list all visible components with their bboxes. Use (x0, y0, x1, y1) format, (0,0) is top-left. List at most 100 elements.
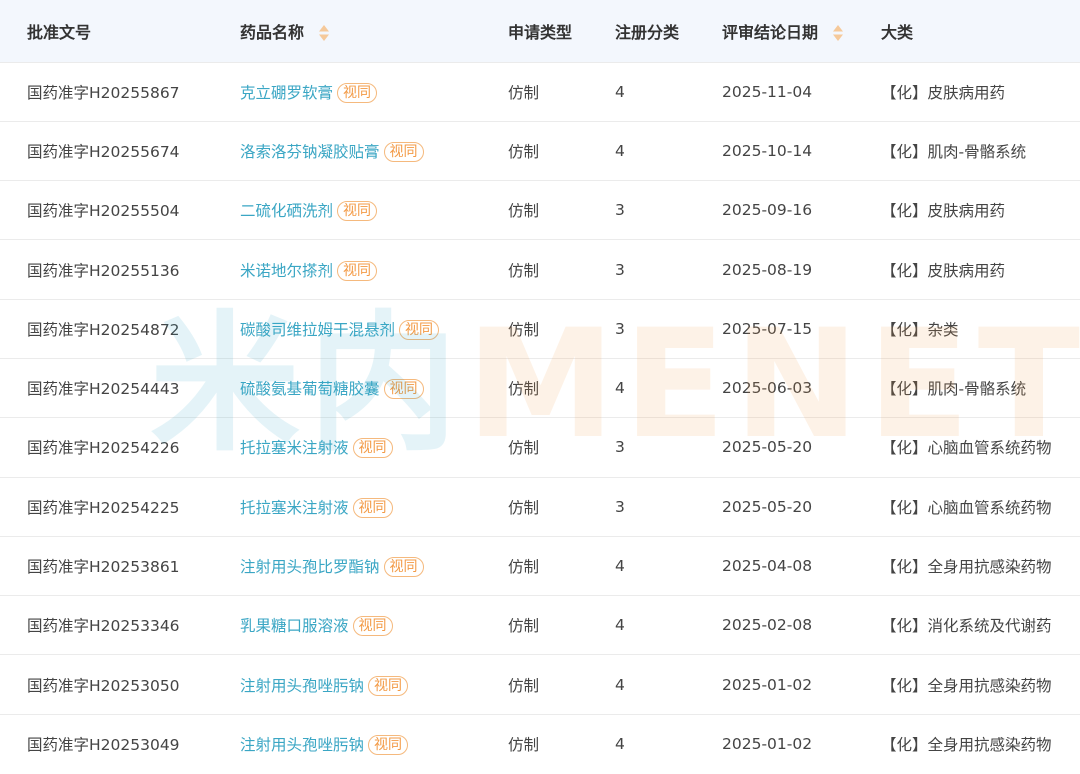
col-header-apply-type: 申请类型 (508, 22, 573, 42)
drug-name-link[interactable]: 乳果糖口服溶液 (240, 617, 349, 635)
equivalence-badge: 视同 (383, 557, 424, 578)
table-row: 国药准字H20254226 托拉塞米注射液 视同 仿制 3 2025-05-20 【化】心脑… (0, 417, 1080, 477)
cell-drug-name: 碳酸司维拉姆干混悬剂 视同 (240, 299, 508, 358)
cell-apply-type: 仿制 (508, 142, 540, 161)
cell-approval-no: 国药准字H20255867 (27, 83, 180, 102)
cell-drug-name: 米诺地尔搽剂 视同 (240, 240, 508, 299)
cell-review-date: 2025-05-20 (722, 438, 813, 457)
equivalence-badge: 视同 (368, 675, 409, 696)
cell-drug-name: 洛索洛芬钠凝胶贴膏 视同 (240, 121, 508, 180)
cell-drug-name: 注射用头孢唑肟钠 视同 (240, 655, 508, 714)
equivalence-badge: 视同 (368, 735, 409, 756)
table-row: 国药准字H20253050 注射用头孢唑肟钠 视同 仿制 4 2025-01-02 【化】全… (0, 654, 1080, 714)
table-row: 国药准字H20255504 二硫化硒洗剂 视同 仿制 3 2025-09-16 【化】皮肤病… (0, 180, 1080, 240)
cell-review-date: 2025-01-02 (722, 735, 813, 754)
cell-approval-no: 国药准字H20253346 (27, 617, 180, 636)
cell-review-date: 2025-11-04 (722, 82, 813, 101)
drug-name-link[interactable]: 二硫化硒洗剂 (240, 202, 333, 220)
cell-reg-class: 4 (615, 616, 625, 635)
cell-approval-no: 国药准字H20254443 (27, 380, 180, 399)
cell-apply-type: 仿制 (508, 558, 540, 577)
cell-drug-name: 注射用头孢唑肟钠 视同 (240, 714, 508, 773)
cell-approval-no: 国药准字H20253050 (27, 676, 180, 695)
table-body: 国药准字H20255867 克立硼罗软膏 视同 仿制 4 2025-11-04 【化】皮肤病… (0, 62, 1080, 774)
cell-reg-class: 4 (615, 82, 625, 101)
cell-drug-name: 托拉塞米注射液 视同 (240, 418, 508, 477)
equivalence-badge: 视同 (337, 82, 378, 103)
drug-name-link[interactable]: 托拉塞米注射液 (240, 439, 349, 457)
table-row: 国药准字H20255674 洛索洛芬钠凝胶贴膏 视同 仿制 4 2025-10-14 【化】… (0, 121, 1080, 180)
cell-apply-type: 仿制 (508, 617, 540, 636)
cell-review-date: 2025-02-08 (722, 616, 813, 635)
table-row: 国药准字H20254225 托拉塞米注射液 视同 仿制 3 2025-05-20 【化】心脑… (0, 477, 1080, 536)
cell-approval-no: 国药准字H20254872 (27, 320, 180, 339)
table-row: 国药准字H20253861 注射用头孢比罗酯钠 视同 仿制 4 2025-04-08 【化】… (0, 536, 1080, 595)
cell-reg-class: 3 (615, 260, 625, 279)
equivalence-badge: 视同 (383, 141, 424, 162)
table-row: 国药准字H20255867 克立硼罗软膏 视同 仿制 4 2025-11-04 【化】皮肤病… (0, 62, 1080, 121)
drug-name-link[interactable]: 注射用头孢比罗酯钠 (240, 558, 380, 576)
drug-name-link[interactable]: 米诺地尔搽剂 (240, 262, 333, 280)
drug-name-link[interactable]: 注射用头孢唑肟钠 (240, 677, 364, 695)
drug-name-link[interactable]: 洛索洛芬钠凝胶贴膏 (240, 143, 380, 161)
cell-apply-type: 仿制 (508, 83, 540, 102)
cell-approval-no: 国药准字H20254226 (27, 439, 180, 458)
cell-category: 【化】全身用抗感染药物 (881, 558, 1052, 577)
cell-category: 【化】肌肉-骨骼系统 (881, 142, 1027, 161)
cell-apply-type: 仿制 (508, 320, 540, 339)
cell-approval-no: 国药准字H20254225 (27, 498, 180, 517)
cell-review-date: 2025-01-02 (722, 675, 813, 694)
col-header-review-date[interactable]: 评审结论日期 (722, 0, 881, 62)
cell-reg-class: 3 (615, 201, 625, 220)
cell-drug-name: 硫酸氨基葡萄糖胶囊 视同 (240, 358, 508, 417)
cell-approval-no: 国药准字H20253049 (27, 736, 180, 755)
drug-name-link[interactable]: 硫酸氨基葡萄糖胶囊 (240, 380, 380, 398)
drug-name-link[interactable]: 注射用头孢唑肟钠 (240, 736, 364, 754)
sort-icon[interactable] (318, 24, 330, 42)
cell-approval-no: 国药准字H20255674 (27, 142, 180, 161)
cell-reg-class: 3 (615, 319, 625, 338)
col-header-drug-name[interactable]: 药品名称 (240, 0, 508, 62)
cell-apply-type: 仿制 (508, 676, 540, 695)
cell-review-date: 2025-10-14 (722, 141, 813, 160)
equivalence-badge: 视同 (352, 616, 393, 637)
equivalence-badge: 视同 (383, 379, 424, 400)
sort-icon[interactable] (832, 24, 844, 42)
cell-reg-class: 3 (615, 497, 625, 516)
cell-category: 【化】皮肤病用药 (881, 261, 1006, 280)
cell-review-date: 2025-09-16 (722, 201, 813, 220)
drug-name-link[interactable]: 碳酸司维拉姆干混悬剂 (240, 321, 395, 339)
cell-reg-class: 4 (615, 141, 625, 160)
cell-approval-no: 国药准字H20255136 (27, 261, 180, 280)
cell-apply-type: 仿制 (508, 439, 540, 458)
col-header-reg-class: 注册分类 (615, 22, 680, 42)
cell-category: 【化】全身用抗感染药物 (881, 676, 1052, 695)
cell-review-date: 2025-08-19 (722, 260, 813, 279)
table-row: 国药准字H20254872 碳酸司维拉姆干混悬剂 视同 仿制 3 2025-07-15 【化… (0, 299, 1080, 358)
col-header-category: 大类 (881, 22, 914, 42)
cell-approval-no: 国药准字H20253861 (27, 558, 180, 577)
cell-reg-class: 4 (615, 675, 625, 694)
cell-apply-type: 仿制 (508, 202, 540, 221)
equivalence-badge: 视同 (399, 319, 440, 340)
drug-name-link[interactable]: 克立硼罗软膏 (240, 84, 333, 102)
cell-category: 【化】杂类 (881, 320, 959, 339)
drug-name-link[interactable]: 托拉塞米注射液 (240, 499, 349, 517)
cell-drug-name: 注射用头孢比罗酯钠 视同 (240, 536, 508, 595)
cell-reg-class: 4 (615, 379, 625, 398)
cell-drug-name: 二硫化硒洗剂 视同 (240, 181, 508, 240)
cell-category: 【化】全身用抗感染药物 (881, 736, 1052, 755)
cell-apply-type: 仿制 (508, 498, 540, 517)
cell-review-date: 2025-05-20 (722, 497, 813, 516)
cell-drug-name: 乳果糖口服溶液 视同 (240, 596, 508, 655)
table-row: 国药准字H20254443 硫酸氨基葡萄糖胶囊 视同 仿制 4 2025-06-03 【化】… (0, 358, 1080, 417)
cell-category: 【化】心脑血管系统药物 (881, 498, 1052, 517)
cell-drug-name: 托拉塞米注射液 视同 (240, 477, 508, 536)
cell-category: 【化】皮肤病用药 (881, 83, 1006, 102)
equivalence-badge: 视同 (352, 438, 393, 459)
cell-category: 【化】消化系统及代谢药 (881, 617, 1052, 636)
table-header-row: 批准文号 药品名称 申请类型 注册分类 评审结论日期 大类 (0, 0, 1080, 62)
cell-reg-class: 3 (615, 438, 625, 457)
table-row: 国药准字H20253049 注射用头孢唑肟钠 视同 仿制 4 2025-01-02 【化】全… (0, 714, 1080, 773)
table-row: 国药准字H20255136 米诺地尔搽剂 视同 仿制 3 2025-08-19 【化】皮肤病… (0, 239, 1080, 299)
